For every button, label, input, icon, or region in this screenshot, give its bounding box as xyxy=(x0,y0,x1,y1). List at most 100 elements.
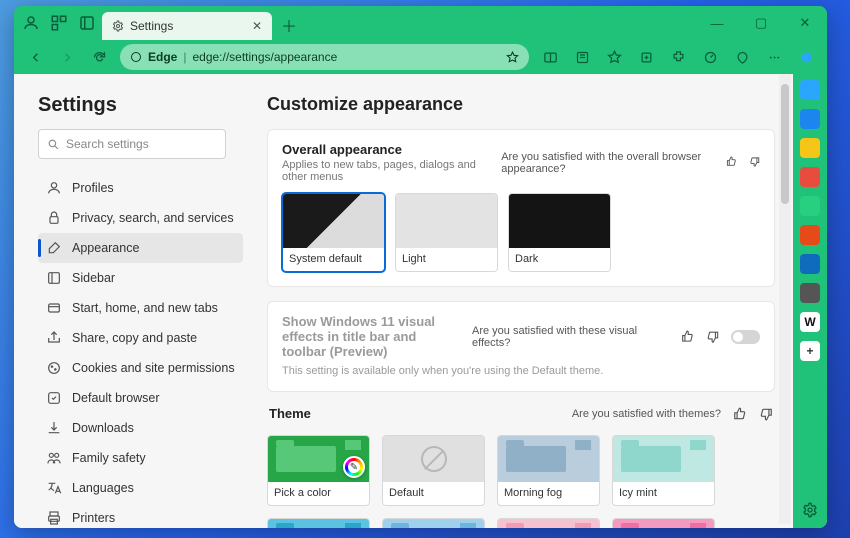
profile-icon[interactable] xyxy=(22,14,40,32)
sidebar-tools-icon[interactable] xyxy=(800,167,820,187)
sidebar-games-icon[interactable] xyxy=(800,196,820,216)
nav-item-tab[interactable]: Start, home, and new tabs xyxy=(38,293,243,323)
refresh-button[interactable] xyxy=(84,43,114,71)
favorites-icon[interactable] xyxy=(599,43,629,71)
overall-appearance-card: Overall appearance Applies to new tabs, … xyxy=(267,129,775,287)
nav-item-lock[interactable]: Privacy, search, and services xyxy=(38,203,243,233)
visual-effects-card: Show Windows 11 visual effects in title … xyxy=(267,301,775,392)
sidebar-shopping-icon[interactable] xyxy=(800,138,820,158)
overall-title: Overall appearance xyxy=(282,142,491,157)
theme-island-getaway-[interactable]: Island getaway… xyxy=(267,518,370,528)
nav-label: Profiles xyxy=(72,181,114,195)
lock-icon xyxy=(46,210,62,226)
thumbs-down-icon[interactable] xyxy=(749,156,760,170)
nav-item-cookie[interactable]: Cookies and site permissions xyxy=(38,353,243,383)
appearance-option-light[interactable]: Light xyxy=(395,193,498,272)
sidebar-icon xyxy=(46,270,62,286)
nav-label: Start, home, and new tabs xyxy=(72,301,218,315)
theme-silky-pink[interactable]: Silky pink xyxy=(497,518,600,528)
share-icon xyxy=(46,330,62,346)
visual-effects-feedback-q: Are you satisfied with these visual effe… xyxy=(472,325,669,349)
search-placeholder: Search settings xyxy=(66,137,149,151)
nav-item-download[interactable]: Downloads xyxy=(38,413,243,443)
nav-label: Share, copy and paste xyxy=(72,331,197,345)
nav-label: Default browser xyxy=(72,391,160,405)
sidebar-drop-icon[interactable] xyxy=(800,283,820,303)
address-bar[interactable]: Edge | edge://settings/appearance xyxy=(120,44,529,70)
sidebar-bing-chat-icon[interactable] xyxy=(800,80,820,100)
settings-page: Settings Search settings Profiles Privacy… xyxy=(14,74,793,528)
thumbs-up-icon[interactable] xyxy=(681,330,694,344)
sidebar-search-icon[interactable] xyxy=(800,109,820,129)
edge-sidebar: W+ xyxy=(793,74,827,528)
theme-section: Theme Are you satisfied with themes? Pic… xyxy=(267,406,775,528)
sidebar-app-w-icon[interactable]: W xyxy=(800,312,820,332)
read-aloud-icon[interactable] xyxy=(567,43,597,71)
theme-pick-a-color[interactable]: Pick a color xyxy=(267,435,370,506)
settings-heading: Settings xyxy=(38,94,243,117)
workspaces-icon[interactable] xyxy=(50,14,68,32)
copilot-icon[interactable] xyxy=(791,43,821,71)
titlebar: Settings ✕ ＋ ― ▢ ✕ xyxy=(14,6,827,40)
close-window-button[interactable]: ✕ xyxy=(783,6,827,40)
theme-feedback-q: Are you satisfied with themes? xyxy=(572,408,721,420)
color-picker-icon[interactable] xyxy=(343,456,365,478)
overall-feedback-q: Are you satisfied with the overall brows… xyxy=(501,151,714,175)
overall-subtitle: Applies to new tabs, pages, dialogs and … xyxy=(282,159,491,183)
lang-icon xyxy=(46,480,62,496)
performance-icon[interactable] xyxy=(695,43,725,71)
thumbs-up-icon[interactable] xyxy=(733,407,747,421)
forward-button[interactable] xyxy=(52,43,82,71)
nav-item-share[interactable]: Share, copy and paste xyxy=(38,323,243,353)
browser-essentials-icon[interactable] xyxy=(727,43,757,71)
extensions-icon[interactable] xyxy=(663,43,693,71)
nav-item-default[interactable]: Default browser xyxy=(38,383,243,413)
nav-item-profile[interactable]: Profiles xyxy=(38,173,243,203)
more-menu-icon[interactable] xyxy=(759,43,789,71)
nav-item-printer[interactable]: Printers xyxy=(38,503,243,528)
minimize-button[interactable]: ― xyxy=(695,6,739,40)
tab-settings[interactable]: Settings ✕ xyxy=(102,12,272,40)
theme-default[interactable]: Default xyxy=(382,435,485,506)
thumbs-up-icon[interactable] xyxy=(726,156,737,170)
collections-icon[interactable] xyxy=(631,43,661,71)
sidebar-outlook-icon[interactable] xyxy=(800,254,820,274)
thumbs-down-icon[interactable] xyxy=(759,407,773,421)
split-screen-icon[interactable] xyxy=(535,43,565,71)
nav-label: Appearance xyxy=(72,241,139,255)
close-tab-icon[interactable]: ✕ xyxy=(252,19,262,33)
download-icon xyxy=(46,420,62,436)
thumbs-down-icon[interactable] xyxy=(706,330,719,344)
nav-item-sidebar[interactable]: Sidebar xyxy=(38,263,243,293)
gear-icon xyxy=(112,20,124,32)
nav-label: Cookies and site permissions xyxy=(72,361,235,375)
sidebar-office-icon[interactable] xyxy=(800,225,820,245)
visual-effects-note: This setting is available only when you'… xyxy=(282,365,760,377)
theme-icy-mint[interactable]: Icy mint xyxy=(612,435,715,506)
nav-label: Privacy, search, and services xyxy=(72,211,234,225)
back-button[interactable] xyxy=(20,43,50,71)
nav-item-brush[interactable]: Appearance xyxy=(38,233,243,263)
appearance-option-system-default[interactable]: System default xyxy=(282,193,385,272)
visual-effects-toggle[interactable] xyxy=(731,330,760,344)
maximize-button[interactable]: ▢ xyxy=(739,6,783,40)
appearance-option-dark[interactable]: Dark xyxy=(508,193,611,272)
family-icon xyxy=(46,450,62,466)
theme-morning-fog[interactable]: Morning fog xyxy=(497,435,600,506)
sidebar-settings-icon[interactable] xyxy=(800,500,820,520)
new-tab-button[interactable]: ＋ xyxy=(276,12,302,38)
nav-label: Sidebar xyxy=(72,271,115,285)
scrollbar[interactable] xyxy=(779,74,791,524)
theme-bubblegum[interactable]: Bubblegum xyxy=(612,518,715,528)
favorite-icon[interactable] xyxy=(506,51,519,64)
sidebar-add-icon[interactable]: + xyxy=(800,341,820,361)
browser-window: Settings ✕ ＋ ― ▢ ✕ Edge | edge://setting… xyxy=(14,6,827,528)
nav-item-lang[interactable]: Languages xyxy=(38,473,243,503)
url-path: edge://settings/appearance xyxy=(192,50,337,64)
vertical-tabs-icon[interactable] xyxy=(78,14,96,32)
nav-item-family[interactable]: Family safety xyxy=(38,443,243,473)
settings-search[interactable]: Search settings xyxy=(38,129,226,159)
settings-sidebar: Settings Search settings Profiles Privacy… xyxy=(14,74,257,528)
theme-cool-breeze[interactable]: Cool breeze xyxy=(382,518,485,528)
profile-icon xyxy=(46,180,62,196)
